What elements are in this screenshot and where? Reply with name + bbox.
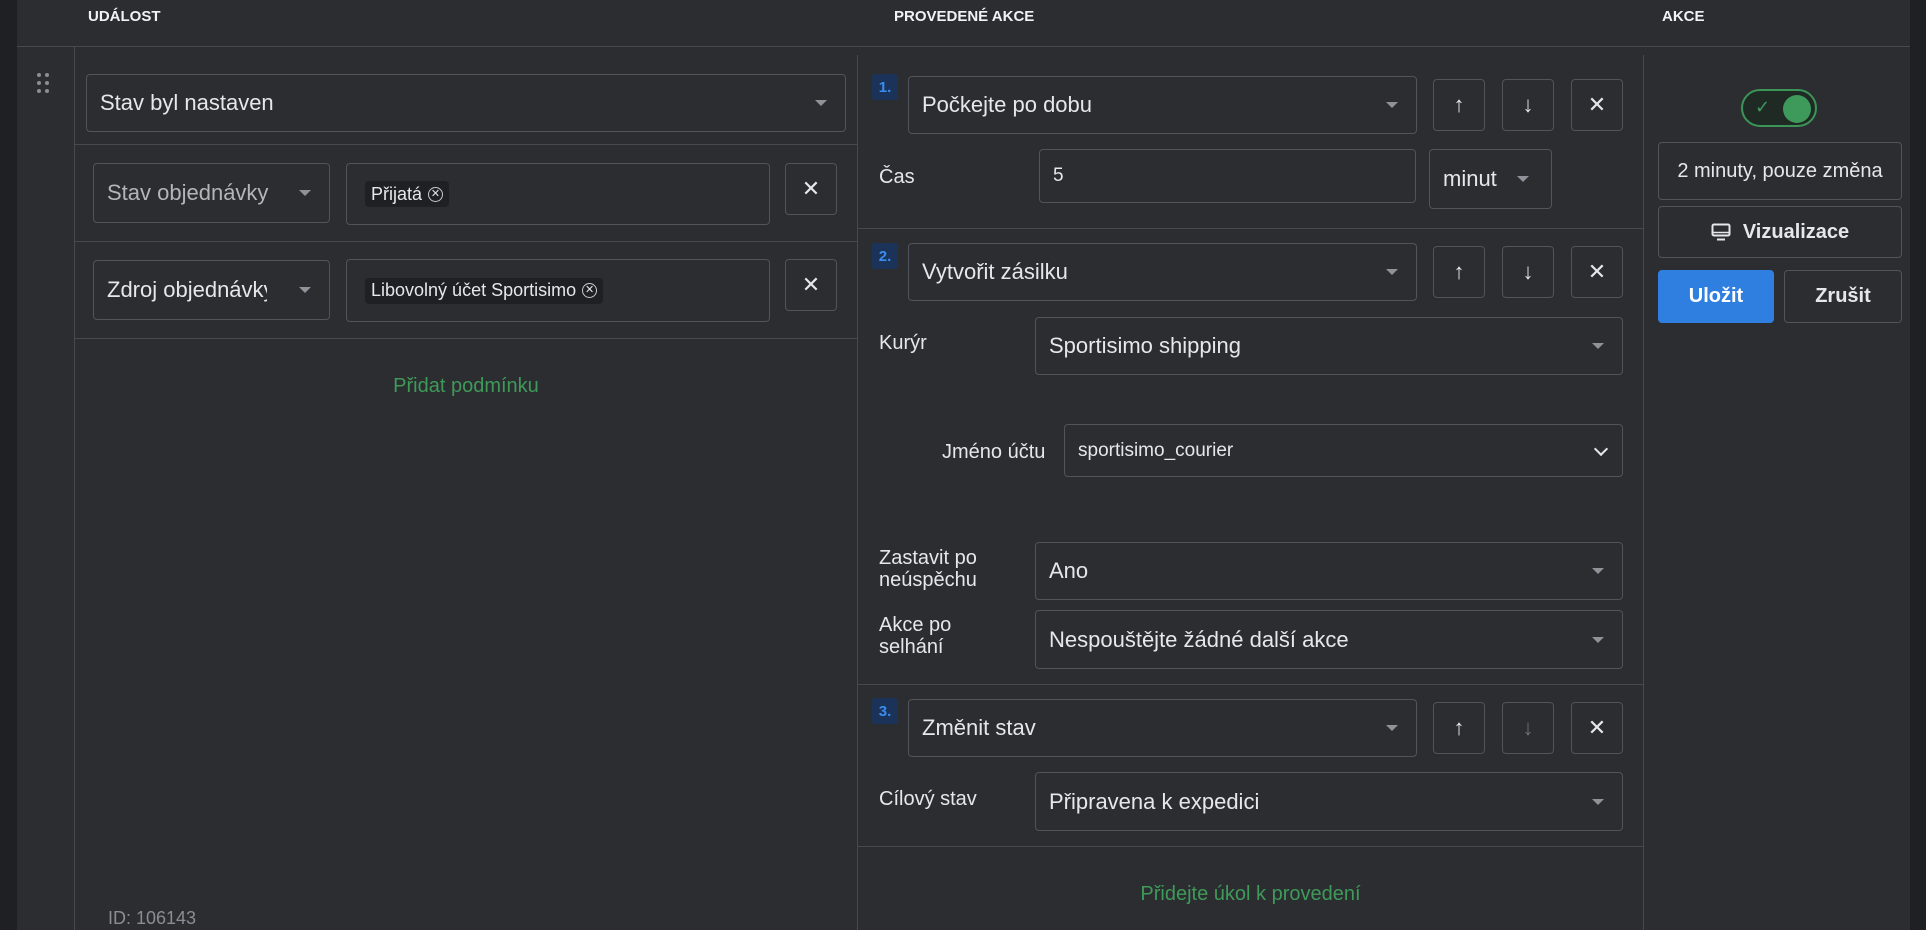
- account-name-select[interactable]: sportisimo_courier: [1064, 424, 1623, 477]
- condition-field-value: Stav objednávky: [107, 180, 269, 205]
- step1-action-value: Počkejte po dobu: [922, 92, 1093, 117]
- move-down-button[interactable]: ↓: [1502, 79, 1554, 131]
- time-unit-select[interactable]: minut: [1429, 149, 1552, 209]
- right-gutter: [1910, 0, 1926, 930]
- target-state-select[interactable]: Připravena k expedici: [1035, 772, 1623, 831]
- divider: [75, 241, 857, 242]
- tag-label: Přijatá: [371, 183, 423, 204]
- condition-tag: Libovolný účet Sportisimo ✕: [365, 277, 604, 304]
- move-up-button[interactable]: ↑: [1433, 702, 1485, 754]
- move-down-button[interactable]: ↓: [1502, 702, 1554, 754]
- visualize-button[interactable]: Vizualizace: [1658, 206, 1902, 258]
- column-divider: [1643, 55, 1644, 930]
- remove-step-button[interactable]: ✕: [1571, 79, 1623, 131]
- caret-down-icon: [1386, 102, 1398, 108]
- time-unit-value: minut: [1443, 166, 1497, 191]
- check-icon: ✓: [1755, 97, 1771, 117]
- tag-label: Libovolný účet Sportisimo: [371, 280, 577, 300]
- cancel-button[interactable]: Zrušit: [1784, 270, 1902, 323]
- event-id: ID: 106143: [108, 908, 197, 928]
- caret-down-icon: [1592, 568, 1604, 574]
- remove-step-button[interactable]: ✕: [1571, 702, 1623, 754]
- account-name-value: sportisimo_courier: [1078, 439, 1234, 461]
- active-toggle[interactable]: ✓: [1741, 89, 1817, 127]
- move-up-button[interactable]: ↑: [1433, 246, 1485, 298]
- remove-step-button[interactable]: ✕: [1571, 246, 1623, 298]
- caret-down-icon: [1592, 798, 1604, 805]
- courier-value: Sportisimo shipping: [1049, 333, 1241, 358]
- header-actions-performed: PROVEDENÉ AKCE: [894, 8, 1035, 25]
- remove-condition-button[interactable]: ✕: [785, 259, 837, 311]
- step2-action-value: Vytvořit zásilku: [922, 259, 1068, 284]
- toggle-knob: [1783, 95, 1811, 123]
- remove-tag-icon[interactable]: ✕: [428, 186, 444, 202]
- stop-on-failure-select[interactable]: Ano: [1035, 542, 1623, 600]
- remove-tag-icon[interactable]: ✕: [582, 283, 598, 298]
- caret-down-icon: [1517, 176, 1529, 182]
- condition-field-select[interactable]: Stav objednávky: [93, 163, 330, 223]
- step-number-badge: 2.: [872, 243, 898, 269]
- target-state-label: Cílový stav: [879, 788, 977, 810]
- divider: [75, 338, 857, 339]
- caret-down-icon: [815, 100, 827, 106]
- courier-select[interactable]: Sportisimo shipping: [1035, 317, 1623, 375]
- stop-on-failure-value: Ano: [1049, 558, 1089, 583]
- action-on-failure-label: Akce po selhání: [879, 614, 952, 658]
- save-button[interactable]: Uložit: [1658, 270, 1774, 323]
- divider: [75, 144, 857, 145]
- condition-value-input[interactable]: Libovolný účet Sportisimo ✕: [346, 259, 770, 322]
- left-gutter: [0, 0, 17, 930]
- move-down-button[interactable]: ↓: [1502, 246, 1554, 298]
- target-state-value: Připravena k expedici: [1049, 788, 1260, 814]
- add-task-link[interactable]: Přidejte úkol k provedení: [858, 883, 1643, 906]
- trigger-select[interactable]: Stav byl nastaven: [86, 74, 846, 132]
- header-event: UDÁLOST: [88, 8, 161, 25]
- account-name-label: Jméno účtu: [942, 441, 1046, 463]
- add-condition-link[interactable]: Přidat podmínku: [75, 375, 857, 398]
- caret-down-icon: [299, 287, 311, 293]
- condition-field-value: Zdroj objednávky: [107, 277, 267, 302]
- move-up-button[interactable]: ↑: [1433, 79, 1485, 131]
- divider: [858, 846, 1643, 847]
- visualize-label: Vizualizace: [1742, 220, 1850, 243]
- condition-tag: Přijatá ✕: [365, 181, 450, 207]
- header-actions: AKCE: [1662, 8, 1705, 25]
- monitor-icon: [1711, 223, 1731, 241]
- step3-action-select[interactable]: Změnit stav: [908, 699, 1417, 757]
- column-divider: [857, 55, 858, 930]
- schedule-button[interactable]: 2 minuty, pouze změna: [1658, 142, 1902, 200]
- time-label: Čas: [879, 166, 915, 188]
- remove-condition-button[interactable]: ✕: [785, 163, 837, 215]
- condition-field-select[interactable]: Zdroj objednávky: [93, 260, 330, 320]
- stop-on-failure-label: Zastavit po neúspěchu: [879, 547, 977, 591]
- step3-action-value: Změnit stav: [922, 715, 1036, 740]
- divider: [858, 684, 1643, 685]
- courier-label: Kurýr: [879, 332, 927, 354]
- caret-down-icon: [1386, 269, 1398, 275]
- caret-down-icon: [1592, 636, 1604, 643]
- caret-down-icon: [1386, 725, 1398, 731]
- drag-handle-icon[interactable]: [36, 72, 50, 94]
- caret-down-icon: [1592, 343, 1604, 349]
- caret-down-icon: [299, 190, 311, 196]
- step1-action-select[interactable]: Počkejte po dobu: [908, 76, 1417, 134]
- action-on-failure-value: Nespouštějte žádné další akce: [1049, 626, 1349, 652]
- condition-value-input[interactable]: Přijatá ✕: [346, 163, 770, 225]
- action-on-failure-select[interactable]: Nespouštějte žádné další akce: [1035, 610, 1623, 669]
- chevron-down-icon: [1593, 441, 1609, 456]
- trigger-value: Stav byl nastaven: [100, 90, 274, 115]
- step-number-badge: 3.: [872, 698, 898, 724]
- step2-action-select[interactable]: Vytvořit zásilku: [908, 243, 1417, 301]
- divider: [858, 228, 1643, 229]
- column-divider: [74, 47, 75, 930]
- step-number-badge: 1.: [872, 74, 898, 100]
- time-input[interactable]: 5: [1039, 149, 1416, 203]
